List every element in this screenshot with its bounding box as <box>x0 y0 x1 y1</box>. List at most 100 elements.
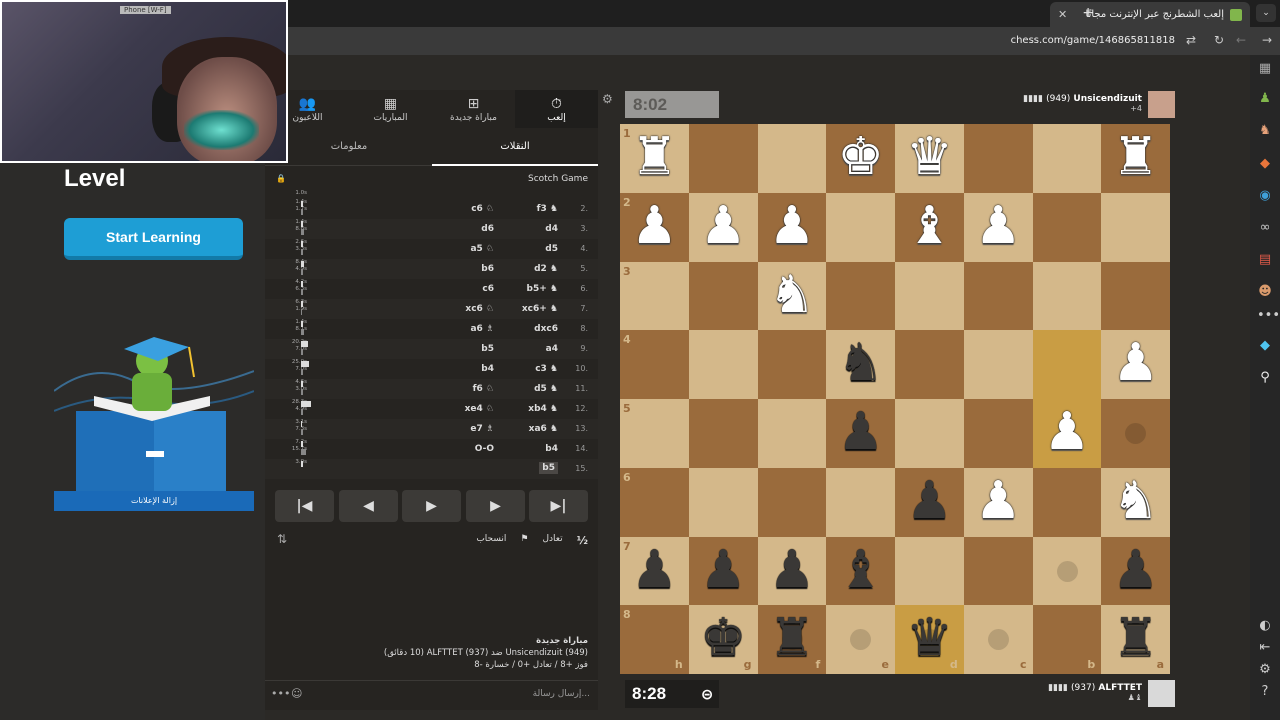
white-piece-icon[interactable]: ♝ <box>895 193 964 262</box>
move-black[interactable]: xe4 ♘ <box>465 404 494 414</box>
white-piece-icon[interactable]: ♟ <box>620 193 689 262</box>
move-white[interactable]: f3 ♞ <box>537 204 558 214</box>
browser-tab[interactable]: إلعب الشطرنج عبر الإنترنت مجانًا ✕ <box>1050 2 1250 27</box>
move-hint-dot[interactable] <box>1056 560 1078 582</box>
board-square[interactable] <box>1032 124 1102 193</box>
white-piece-icon[interactable]: ♛ <box>895 124 964 193</box>
board-square[interactable]: c <box>963 605 1033 674</box>
board-square[interactable] <box>1032 261 1102 331</box>
board-square[interactable] <box>963 536 1033 606</box>
move-white[interactable]: b5+ ♞ <box>527 284 558 294</box>
white-piece-icon[interactable]: ♟ <box>1101 330 1170 399</box>
board-square[interactable] <box>688 124 758 193</box>
board-square[interactable] <box>963 261 1033 331</box>
board-square[interactable] <box>826 467 895 537</box>
board-square[interactable]: e <box>826 605 895 674</box>
tab-moves[interactable]: النقلات <box>432 128 598 166</box>
last-move-button[interactable]: ▶| <box>529 490 588 522</box>
back-icon[interactable]: → <box>1262 33 1272 47</box>
board-square[interactable] <box>963 399 1033 468</box>
pawn-icon[interactable]: ♟ <box>1257 91 1273 107</box>
board-square[interactable]: 8h <box>620 605 689 674</box>
binoculars-icon[interactable]: ∞ <box>1257 220 1273 236</box>
board-square[interactable] <box>1101 192 1170 262</box>
tab-list-chevron-icon[interactable]: ⌄ <box>1256 4 1276 22</box>
board-square[interactable]: b <box>1032 605 1102 674</box>
board-square[interactable]: 6 <box>620 467 689 537</box>
move-black[interactable]: f6 ♘ <box>473 384 494 394</box>
black-piece-icon[interactable]: ♟ <box>1101 537 1170 606</box>
board-square[interactable] <box>895 330 964 399</box>
new-tab-button[interactable]: + <box>1082 5 1094 21</box>
chess-board[interactable]: 1 2 3 4 5 6 7 8 h g f e d c b a ♜ ♚ ♛ ♜ ♟ ♟ ♟ ♝ ♟ ♞ ♞ ♟ ♟ ♟ ♟ ♟ ♞ ♟ ♟ ♟ ♝ ♟ ♚ ♜… <box>620 124 1170 674</box>
draw-button[interactable]: تعادل <box>542 534 562 547</box>
apps-grid-icon[interactable]: ▦ <box>1257 61 1273 77</box>
reload-icon[interactable]: ↻ <box>1214 33 1224 47</box>
move-black[interactable]: a5 ♘ <box>470 244 494 254</box>
white-piece-icon[interactable]: ♟ <box>758 193 827 262</box>
white-piece-icon[interactable]: ♟ <box>1033 399 1102 468</box>
move-white[interactable]: b5 <box>539 462 558 474</box>
forward-icon[interactable]: ← <box>1236 33 1246 47</box>
tab-play[interactable]: ⏱ إلعب <box>515 90 598 128</box>
friends-icon[interactable]: ☻ <box>1257 284 1273 300</box>
black-piece-icon[interactable]: ♞ <box>826 330 895 399</box>
move-hint-dot[interactable] <box>987 629 1009 651</box>
emoji-icon[interactable]: ☺ <box>291 687 302 700</box>
move-white[interactable]: d4 <box>545 224 558 234</box>
white-piece-icon[interactable]: ♚ <box>826 124 895 193</box>
move-white[interactable]: d2 ♞ <box>534 264 558 274</box>
board-square[interactable] <box>1101 261 1170 331</box>
remove-ads-link[interactable]: إزالة الإعلانات <box>54 491 254 511</box>
board-square[interactable]: 5 <box>620 399 689 468</box>
board-square[interactable] <box>757 467 827 537</box>
knight-icon[interactable]: ♞ <box>1257 123 1273 139</box>
move-white[interactable]: b4 <box>545 444 558 454</box>
board-square[interactable]: 3 <box>620 261 689 331</box>
board-square[interactable] <box>895 536 964 606</box>
more-icon[interactable]: ••• <box>1257 308 1280 324</box>
board-square[interactable] <box>757 124 827 193</box>
black-piece-icon[interactable]: ♝ <box>826 537 895 606</box>
board-square[interactable] <box>1032 192 1102 262</box>
move-white[interactable]: d5 <box>545 244 558 254</box>
white-piece-icon[interactable]: ♜ <box>1101 124 1170 193</box>
move-white[interactable]: a4 <box>546 344 558 354</box>
black-piece-icon[interactable]: ♛ <box>895 605 964 674</box>
move-black[interactable]: O-O <box>475 444 494 454</box>
tab-games[interactable]: ▦ المباريات <box>349 90 432 128</box>
bottom-player[interactable]: ▮▮▮▮ (937) ALFTTET ♟♝ <box>1048 683 1142 702</box>
move-white[interactable]: c3 ♞ <box>535 364 558 374</box>
move-white[interactable]: xc6+ ♞ <box>522 304 558 314</box>
news-icon[interactable]: ▤ <box>1257 252 1273 268</box>
board-square[interactable]: 4 <box>620 330 689 399</box>
tab-close-icon[interactable]: ✕ <box>1058 8 1067 21</box>
board-square[interactable] <box>963 124 1033 193</box>
black-piece-icon[interactable]: ♜ <box>1101 605 1170 674</box>
black-piece-icon[interactable]: ♟ <box>620 537 689 606</box>
white-piece-icon[interactable]: ♞ <box>1101 468 1170 537</box>
black-piece-icon[interactable]: ♟ <box>689 537 758 606</box>
move-black[interactable]: d6 <box>481 224 494 234</box>
move-black[interactable]: b5 <box>481 344 494 354</box>
search-icon[interactable]: ⚲ <box>1257 370 1273 386</box>
flip-board-icon[interactable]: ⇅ <box>277 532 287 546</box>
bottom-player-avatar[interactable] <box>1148 680 1175 707</box>
board-settings-icon[interactable]: ⚙ <box>602 92 613 106</box>
puzzle-icon[interactable]: ◆ <box>1257 156 1273 172</box>
learn-icon[interactable]: ◉ <box>1257 188 1273 204</box>
resign-button[interactable]: انسحاب <box>476 534 506 547</box>
white-piece-icon[interactable]: ♟ <box>964 468 1033 537</box>
move-black[interactable]: b6 <box>481 264 494 274</box>
tab-new-game[interactable]: ⊞ مباراة جديدة <box>432 90 515 128</box>
play-button[interactable]: ▶ <box>402 490 461 522</box>
move-black[interactable]: c6 ♘ <box>471 204 494 214</box>
start-learning-button[interactable]: Start Learning <box>64 218 243 260</box>
board-square[interactable] <box>688 399 758 468</box>
theme-icon[interactable]: ◐ <box>1257 618 1273 634</box>
board-square[interactable] <box>688 261 758 331</box>
white-piece-icon[interactable]: ♞ <box>758 262 827 331</box>
board-square[interactable] <box>688 330 758 399</box>
site-settings-icon[interactable]: ⇄ <box>1186 33 1196 47</box>
settings-icon[interactable]: ⚙ <box>1257 662 1273 678</box>
